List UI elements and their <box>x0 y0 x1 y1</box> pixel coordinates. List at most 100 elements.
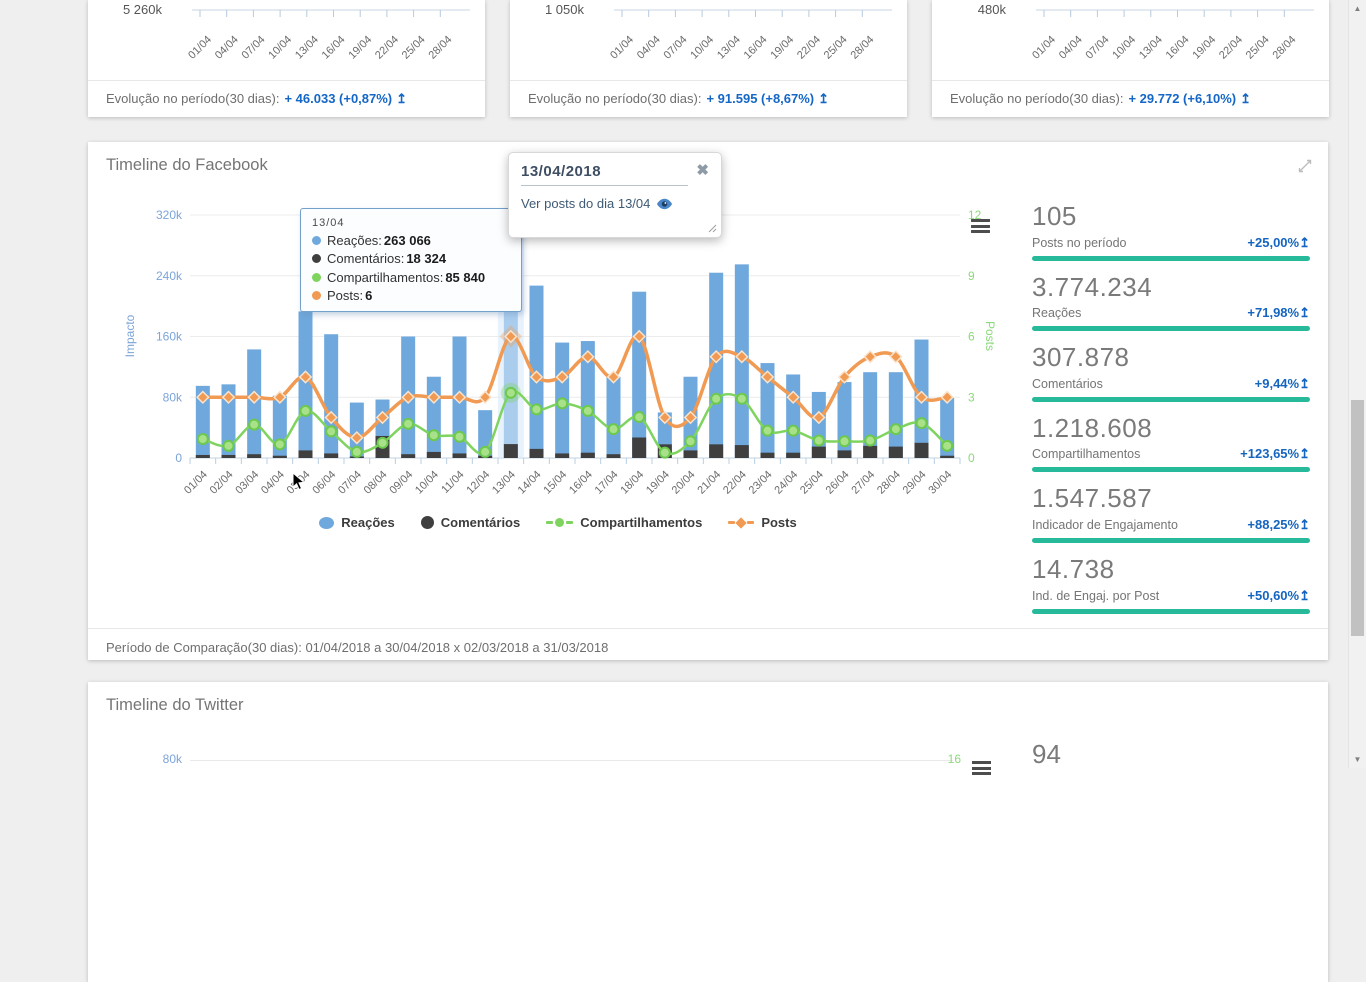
chart-menu-icon[interactable] <box>972 761 991 778</box>
comentarios-bar[interactable] <box>838 450 852 458</box>
compartilhamentos-point[interactable] <box>711 394 721 404</box>
reacoes-bar[interactable] <box>324 334 338 458</box>
compartilhamentos-point[interactable] <box>301 406 311 416</box>
compartilhamentos-point[interactable] <box>814 436 824 446</box>
x-axis-label: 13/04 <box>293 34 321 62</box>
compartilhamentos-point[interactable] <box>403 419 413 429</box>
compartilhamentos-point[interactable] <box>917 418 927 428</box>
comentarios-bar[interactable] <box>247 454 261 458</box>
facebook-timeline-card: Timeline do Facebook 0080k3160k6240k9320… <box>88 142 1328 660</box>
mini-axis-max-label: 1 050k <box>510 2 584 17</box>
comentarios-bar[interactable] <box>889 447 903 458</box>
compartilhamentos-point[interactable] <box>224 441 234 451</box>
comentarios-bar[interactable] <box>299 450 313 458</box>
comentarios-bar[interactable] <box>684 450 698 458</box>
comentarios-bar[interactable] <box>915 443 929 458</box>
compartilhamentos-point[interactable] <box>275 439 285 449</box>
comentarios-bar[interactable] <box>427 452 441 458</box>
compartilhamentos-point[interactable] <box>532 404 542 414</box>
resize-handle-icon[interactable] <box>706 222 717 233</box>
compartilhamentos-point[interactable] <box>609 424 619 434</box>
chart-menu-icon[interactable] <box>971 219 990 236</box>
reacoes-bar[interactable] <box>889 372 903 458</box>
compartilhamentos-point[interactable] <box>788 426 798 436</box>
scroll-down-icon[interactable]: ▼ <box>1349 755 1366 764</box>
posts-dot-icon <box>312 291 321 300</box>
x-axis-label: 24/04 <box>772 469 800 497</box>
compartilhamentos-point[interactable] <box>378 438 388 448</box>
comentarios-bar[interactable] <box>504 444 518 458</box>
page-scrollbar[interactable]: ▲ ▼ <box>1348 0 1366 768</box>
compartilhamentos-point[interactable] <box>326 426 336 436</box>
reacoes-bar[interactable] <box>786 374 800 458</box>
comentarios-bar[interactable] <box>273 456 287 458</box>
comentarios-bar[interactable] <box>401 454 415 458</box>
comentarios-bar[interactable] <box>786 453 800 458</box>
stats-panel: 105 Posts no período +25,00%↥ 3.774.234 … <box>1032 202 1310 626</box>
compartilhamentos-point[interactable] <box>198 434 208 444</box>
close-icon[interactable]: ✖ <box>696 163 709 178</box>
compartilhamentos-swatch-icon <box>546 518 573 527</box>
comentarios-bar[interactable] <box>735 445 749 458</box>
comentarios-bar[interactable] <box>453 453 467 458</box>
compartilhamentos-point[interactable] <box>480 447 490 457</box>
compartilhamentos-point[interactable] <box>942 441 952 451</box>
y-axis-tick-label: 80k <box>118 752 182 766</box>
comentarios-bar[interactable] <box>812 447 826 458</box>
comentarios-bar[interactable] <box>607 454 621 458</box>
legend-item-compartilhamentos[interactable]: Compartilhamentos <box>546 515 702 530</box>
compartilhamentos-point[interactable] <box>352 447 362 457</box>
comentarios-bar[interactable] <box>632 437 646 458</box>
compartilhamentos-point[interactable] <box>686 436 696 446</box>
posts-point[interactable] <box>865 351 876 362</box>
comentarios-bar[interactable] <box>940 456 954 458</box>
compartilhamentos-point[interactable] <box>557 398 567 408</box>
legend-item-reacoes[interactable]: Reações <box>319 515 394 530</box>
facebook-timeline-chart[interactable]: 0080k3160k6240k9320k12ImpactoPosts01/040… <box>108 205 1008 505</box>
compartilhamentos-point[interactable] <box>891 424 901 434</box>
evolution-value: + 46.033 (+0,87%) <box>284 91 392 106</box>
compartilhamentos-point[interactable] <box>455 432 465 442</box>
compartilhamentos-point[interactable] <box>840 436 850 446</box>
stat-block-engajamento-por-post: 14.738 Ind. de Engaj. por Post +50,60%↥ <box>1032 555 1310 614</box>
comentarios-bar[interactable] <box>196 455 210 458</box>
reacoes-bar[interactable] <box>299 311 313 458</box>
evolution-summary: Evolução no período(30 dias):+ 46.033 (+… <box>106 91 407 107</box>
comentarios-bar[interactable] <box>324 453 338 458</box>
compartilhamentos-point[interactable] <box>506 388 516 398</box>
x-axis-label: 16/04 <box>567 469 595 497</box>
compartilhamentos-point[interactable] <box>634 412 644 422</box>
stat-label: Reações <box>1032 306 1081 320</box>
compartilhamentos-point[interactable] <box>583 406 593 416</box>
reacoes-bar[interactable] <box>427 377 441 458</box>
comentarios-bar[interactable] <box>555 453 569 458</box>
mini-axis-max-label: 5 260k <box>88 2 162 17</box>
reacoes-bar[interactable] <box>632 292 646 458</box>
stat-block-comentarios: 307.878 Comentários +9,44%↥ <box>1032 343 1310 402</box>
eye-icon[interactable] <box>656 198 673 210</box>
scrollbar-thumb[interactable] <box>1351 400 1364 636</box>
compartilhamentos-point[interactable] <box>429 430 439 440</box>
comentarios-bar[interactable] <box>761 453 775 458</box>
compartilhamentos-point[interactable] <box>865 436 875 446</box>
compartilhamentos-point[interactable] <box>660 448 670 458</box>
legend-item-comentarios[interactable]: Comentários <box>421 515 520 530</box>
comentarios-bar[interactable] <box>530 449 544 458</box>
comentarios-bar[interactable] <box>222 455 236 458</box>
compartilhamentos-point[interactable] <box>249 420 259 430</box>
legend-label: Reações <box>341 515 394 530</box>
comentarios-bar[interactable] <box>863 446 877 458</box>
stat-delta: +50,60%↥ <box>1247 588 1310 604</box>
comentarios-bar[interactable] <box>581 453 595 458</box>
y-axis-title-right: Posts <box>983 321 997 351</box>
compartilhamentos-point[interactable] <box>737 394 747 404</box>
expand-icon[interactable] <box>1297 158 1313 174</box>
reacoes-bar[interactable] <box>607 377 621 458</box>
legend-item-posts[interactable]: Posts <box>728 515 796 530</box>
x-axis-label: 13/04 <box>715 34 743 62</box>
x-axis-label: 18/04 <box>618 469 646 497</box>
scroll-up-icon[interactable]: ▲ <box>1349 4 1366 13</box>
comentarios-bar[interactable] <box>709 444 723 458</box>
compartilhamentos-point[interactable] <box>763 426 773 436</box>
view-day-posts-link[interactable]: Ver posts do dia 13/04 <box>521 196 709 211</box>
